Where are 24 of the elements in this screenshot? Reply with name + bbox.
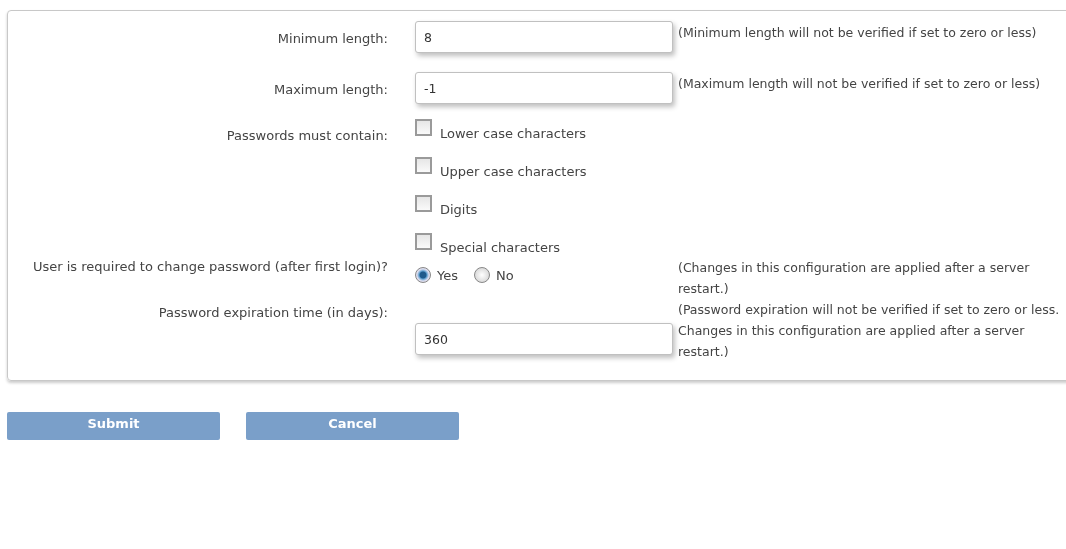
help-text: (Changes in this configuration are applied after a server restart.) (678, 259, 1031, 298)
field-label: Passwords must contain: (225, 127, 388, 145)
radio-button[interactable] (415, 267, 431, 283)
checkbox[interactable] (415, 119, 432, 136)
field-label: Password expiration time (in days): (157, 304, 388, 322)
checkbox-label[interactable]: Special characters (440, 238, 560, 257)
input-field[interactable]: 8 (415, 21, 673, 53)
help-text: (Maximum length will not be verified if set to zero or less) (678, 75, 1042, 93)
checkbox-label[interactable]: Digits (440, 200, 478, 219)
checkbox[interactable] (415, 233, 432, 250)
checkbox[interactable] (415, 195, 432, 212)
input-field[interactable]: -1 (415, 72, 673, 104)
help-text: (Minimum length will not be verified if set to zero or less) (678, 24, 1038, 42)
field-label: Maximum length: (273, 81, 388, 99)
checkbox[interactable] (415, 157, 432, 174)
field-label: Minimum length: (276, 30, 388, 48)
input-field[interactable]: 360 (415, 323, 673, 355)
radio-label[interactable]: Yes (437, 267, 458, 283)
field-label: User is required to change password (after first login)? (31, 258, 388, 276)
radio-label[interactable]: No (496, 267, 514, 283)
help-text: (Password expiration will not be verified if set to zero or less. Changes in this configuration are applied after a server restart.) (678, 301, 1061, 361)
checkbox-label[interactable]: Upper case characters (440, 162, 587, 181)
radio-button[interactable] (474, 267, 490, 283)
checkbox-label[interactable]: Lower case characters (440, 124, 587, 143)
